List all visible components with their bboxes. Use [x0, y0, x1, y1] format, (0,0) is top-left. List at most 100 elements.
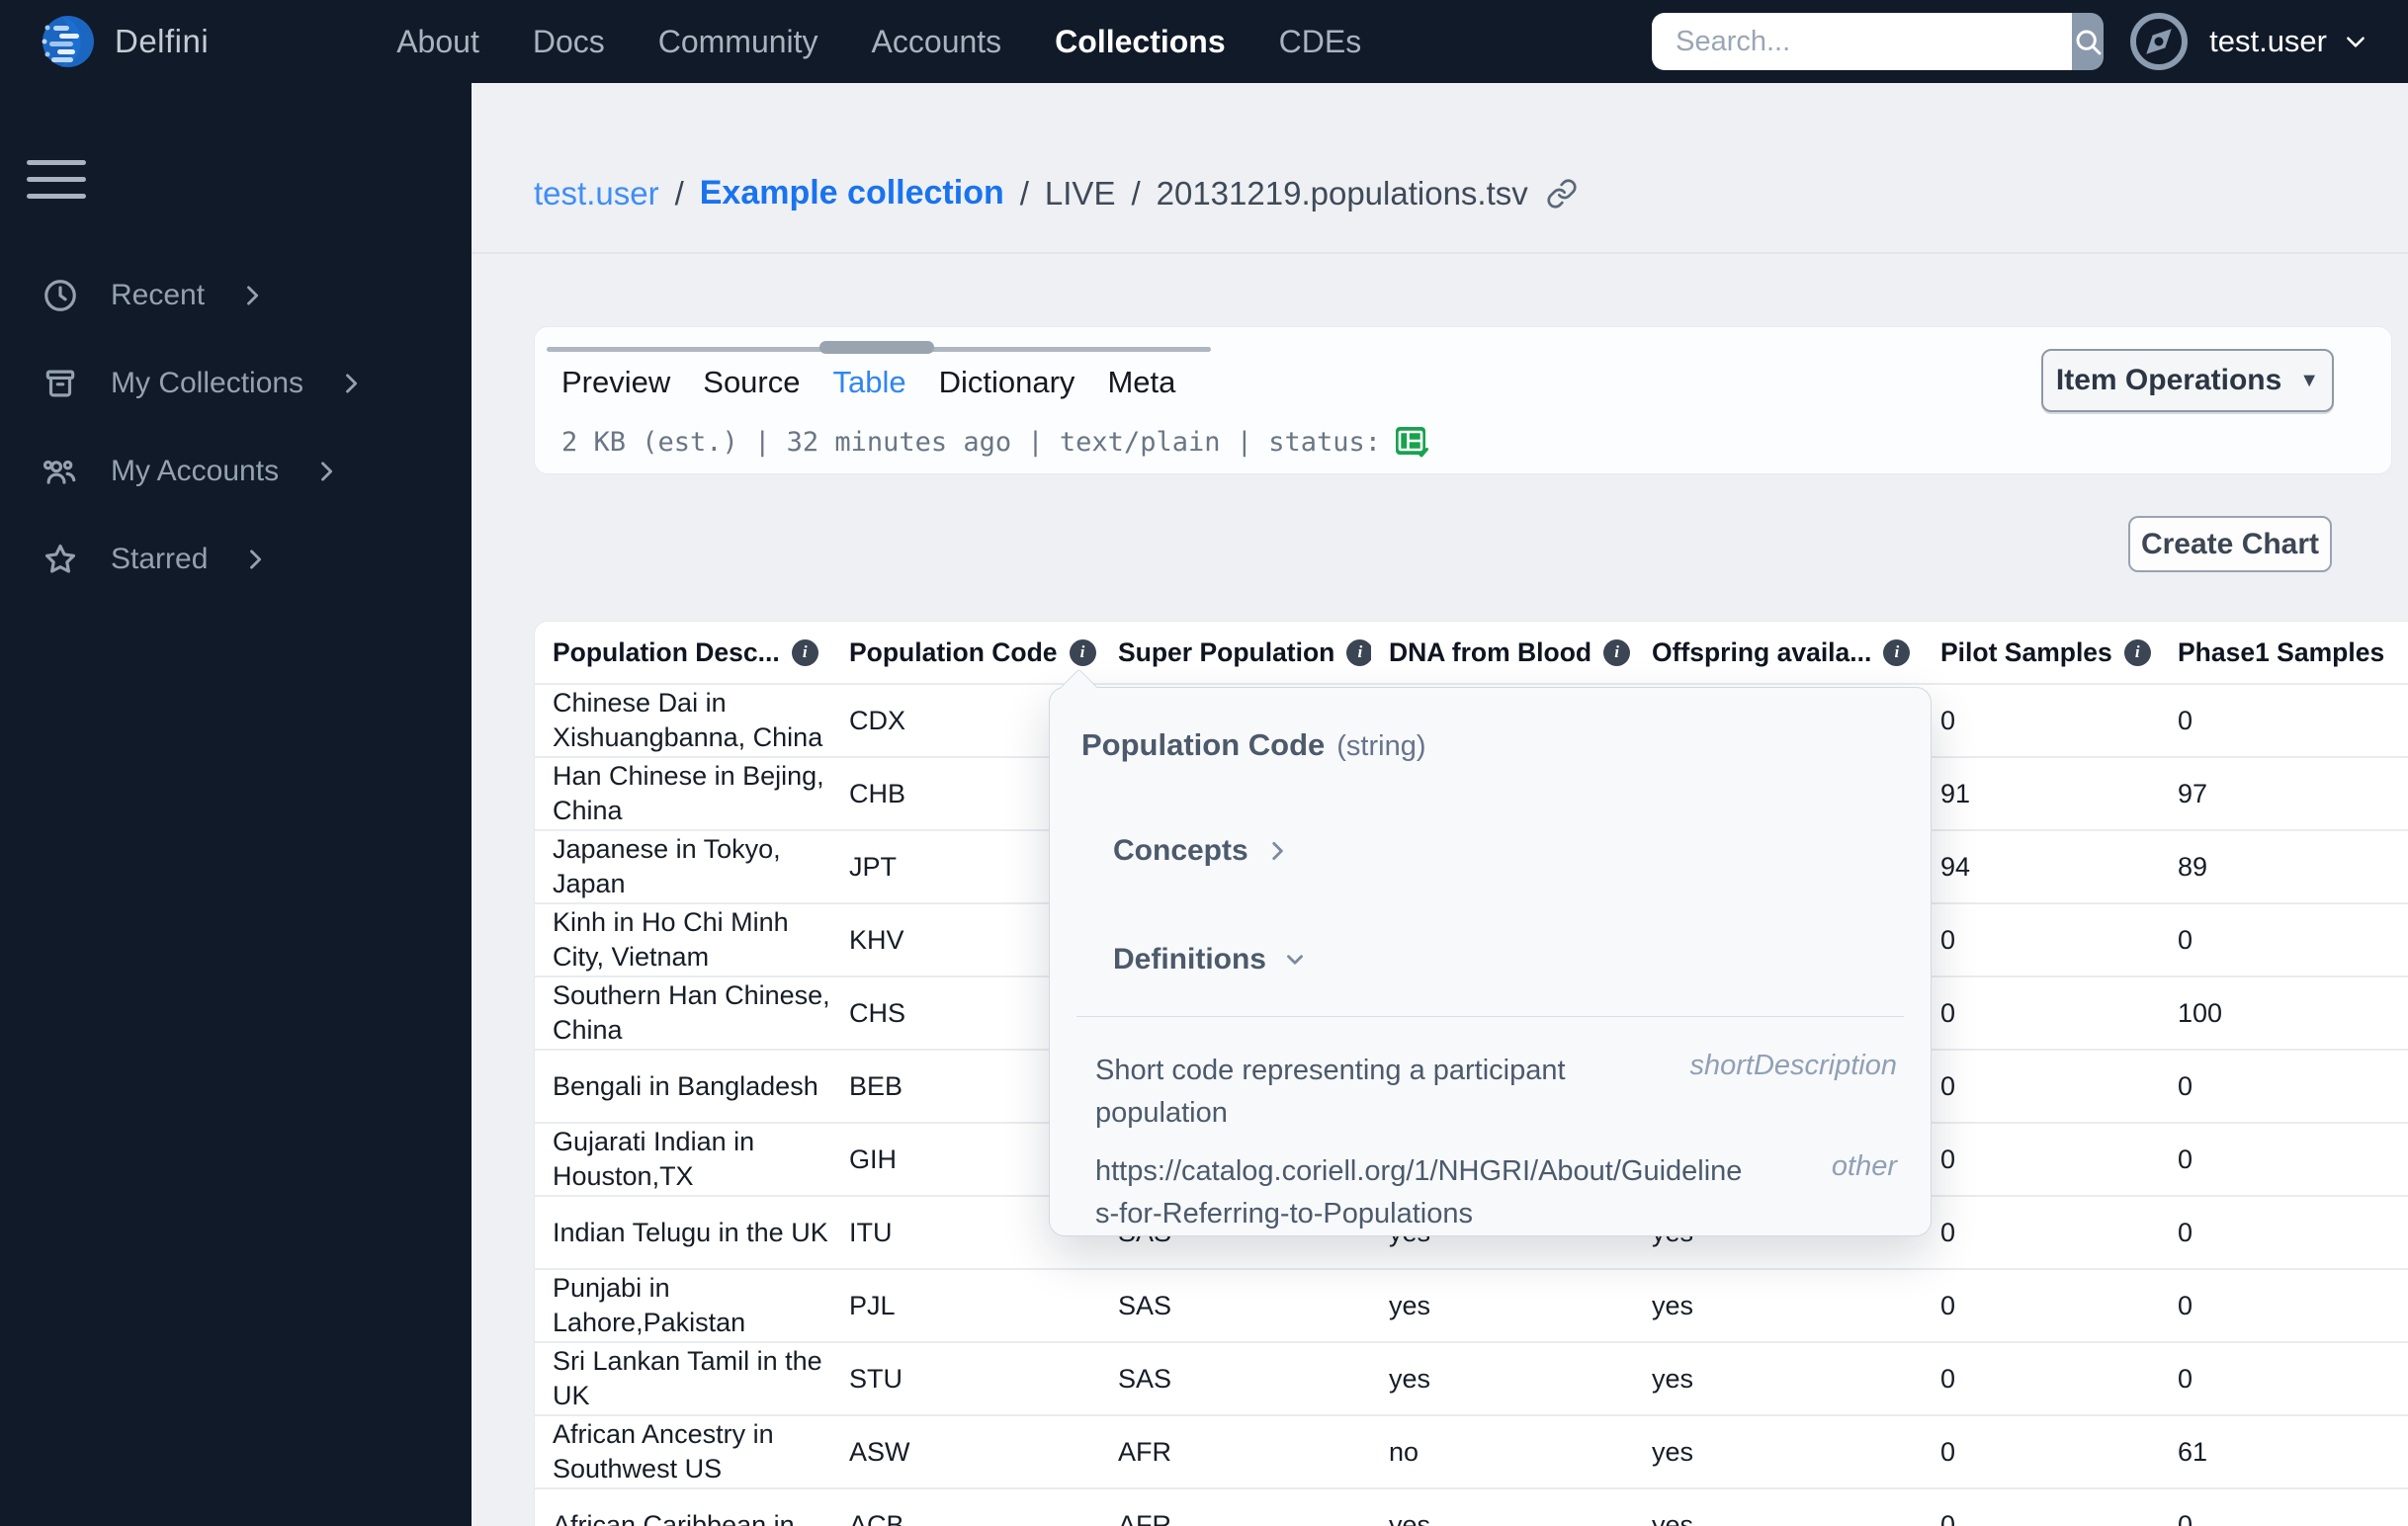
- cell-population-desc: Southern Han Chinese, China: [553, 980, 830, 1045]
- cell-offspring: yes: [1652, 1436, 1694, 1467]
- compass-icon: [2128, 11, 2190, 72]
- cell-phase1-samples: 0: [2178, 924, 2193, 955]
- column-header-offspring[interactable]: Offspring availa... i: [1634, 622, 1923, 683]
- definition-text: https://catalog.coriell.org/1/NHGRI/Abou…: [1095, 1155, 1743, 1229]
- username: test.user: [2209, 24, 2327, 58]
- cell-phase1-samples: 0: [2178, 1363, 2193, 1394]
- cell-dna-from-blood: yes: [1389, 1509, 1431, 1526]
- item-operations-button[interactable]: Item Operations ▼: [2041, 349, 2334, 412]
- info-icon[interactable]: i: [2123, 638, 2151, 666]
- cell-dna-from-blood: yes: [1389, 1290, 1431, 1320]
- info-icon[interactable]: i: [1069, 638, 1096, 666]
- column-header-pilot-samples[interactable]: Pilot Samples i: [1923, 622, 2160, 683]
- column-header-phase1-samples[interactable]: Phase1 Samples: [2160, 622, 2408, 683]
- create-chart-button[interactable]: Create Chart: [2128, 516, 2332, 572]
- cell-phase1-samples: 0: [2178, 1290, 2193, 1320]
- column-header-population-desc[interactable]: Population Desc... i: [535, 622, 831, 683]
- breadcrumb-user[interactable]: test.user: [534, 175, 659, 212]
- sidebar-item-label: My Accounts: [111, 455, 280, 487]
- definition-source: shortDescription: [1689, 1050, 1897, 1081]
- table-row[interactable]: Punjabi in Lahore,Pakistan PJL SAS yes y…: [535, 1268, 2408, 1341]
- brand[interactable]: Delfini: [40, 13, 209, 70]
- tab-preview[interactable]: Preview: [561, 365, 670, 400]
- tabs-scrollbar-thumb[interactable]: [819, 341, 934, 354]
- sidebar-item-label: My Collections: [111, 367, 304, 399]
- chevron-right-icon: [312, 458, 340, 485]
- search-input[interactable]: [1652, 13, 2073, 70]
- sidebar-item-my-collections[interactable]: My Collections: [0, 364, 472, 403]
- tab-list: Preview Source Table Dictionary Meta: [561, 365, 1175, 400]
- header-divider: [472, 252, 2408, 254]
- item-operations-label: Item Operations: [2055, 364, 2282, 396]
- cell-population-desc: Bengali in Bangladesh: [553, 1070, 818, 1101]
- nav-item-accounts[interactable]: Accounts: [872, 24, 1002, 60]
- sidebar-item-recent[interactable]: Recent: [0, 276, 472, 315]
- cell-pilot-samples: 94: [1940, 851, 1971, 882]
- info-icon[interactable]: i: [1603, 638, 1631, 666]
- popover-definitions-expander[interactable]: Definitions: [1113, 943, 1308, 976]
- popover-type: (string): [1336, 730, 1426, 762]
- clock-icon: [42, 277, 79, 314]
- cell-population-desc: Kinh in Ho Chi Minh City, Vietnam: [553, 907, 789, 972]
- cell-pilot-samples: 0: [1940, 1290, 1956, 1320]
- item-meta-line: 2 KB (est.) | 32 minutes ago | text/plai…: [561, 426, 1430, 459]
- info-icon[interactable]: i: [1346, 638, 1371, 666]
- breadcrumb-collection[interactable]: Example collection: [700, 174, 1004, 212]
- table-row[interactable]: African Caribbean in ACB AFR yes yes 0 0: [535, 1487, 2408, 1526]
- table-row[interactable]: Sri Lankan Tamil in the UK STU SAS yes y…: [535, 1341, 2408, 1414]
- star-icon: [42, 541, 79, 578]
- cell-dna-from-blood: no: [1389, 1436, 1419, 1467]
- sidebar-item-my-accounts[interactable]: My Accounts: [0, 452, 472, 491]
- cell-phase1-samples: 97: [2178, 778, 2208, 808]
- definition-row: https://catalog.coriell.org/1/NHGRI/Abou…: [1095, 1150, 1897, 1235]
- popover-concepts-expander[interactable]: Concepts: [1113, 834, 1290, 868]
- cell-super-population: SAS: [1118, 1290, 1172, 1320]
- column-header-super-population[interactable]: Super Population i: [1100, 622, 1371, 683]
- tab-meta[interactable]: Meta: [1107, 365, 1175, 400]
- cell-phase1-samples: 0: [2178, 705, 2193, 735]
- sidebar-menu: Recent My Collections My Accounts Starre…: [0, 276, 472, 579]
- cell-population-desc: Han Chinese in Bejing, China: [553, 761, 824, 825]
- cell-population-desc: Chinese Dai in Xishuangbanna, China: [553, 688, 823, 752]
- chevron-down-icon: [1282, 947, 1308, 973]
- tab-source[interactable]: Source: [703, 365, 800, 400]
- column-header-dna-from-blood[interactable]: DNA from Blood i: [1371, 622, 1634, 683]
- user-menu[interactable]: test.user: [2128, 11, 2368, 72]
- column-label: Phase1 Samples: [2178, 636, 2385, 667]
- search-button[interactable]: [2072, 13, 2105, 70]
- nav-item-collections[interactable]: Collections: [1055, 24, 1225, 60]
- hamburger-menu-icon[interactable]: [27, 160, 86, 199]
- definitions-label: Definitions: [1113, 943, 1266, 975]
- cell-phase1-samples: 0: [2178, 1144, 2193, 1174]
- top-navbar: Delfini About Docs Community Accounts Co…: [0, 0, 2408, 83]
- breadcrumb-file[interactable]: 20131219.populations.tsv: [1157, 175, 1528, 212]
- sidebar-item-starred[interactable]: Starred: [0, 540, 472, 579]
- cell-phase1-samples: 0: [2178, 1217, 2193, 1247]
- concepts-label: Concepts: [1113, 834, 1248, 867]
- link-icon[interactable]: [1546, 178, 1578, 210]
- cell-population-desc: Gujarati Indian in Houston,TX: [553, 1127, 755, 1191]
- column-header-population-code[interactable]: Population Code i: [831, 622, 1100, 683]
- tab-dictionary[interactable]: Dictionary: [939, 365, 1075, 400]
- info-icon[interactable]: i: [791, 638, 818, 666]
- popover-definitions-list: Short code representing a participant po…: [1095, 1050, 1897, 1251]
- cell-population-code: STU: [849, 1363, 903, 1394]
- nav-item-about[interactable]: About: [396, 24, 479, 60]
- cell-offspring: yes: [1652, 1509, 1694, 1526]
- cell-population-desc: Indian Telugu in the UK: [553, 1217, 828, 1247]
- nav-item-community[interactable]: Community: [658, 24, 818, 60]
- tab-table[interactable]: Table: [833, 365, 906, 400]
- search-box: [1652, 13, 2105, 70]
- chevron-right-icon: [241, 546, 269, 573]
- nav-item-docs[interactable]: Docs: [533, 24, 605, 60]
- cell-pilot-samples: 0: [1940, 1217, 1956, 1247]
- status-ok-table-icon: [1395, 426, 1430, 459]
- definition-source: other: [1831, 1150, 1897, 1182]
- breadcrumb-status[interactable]: LIVE: [1045, 175, 1116, 212]
- users-icon: [42, 453, 79, 490]
- table-row[interactable]: African Ancestry in Southwest US ASW AFR…: [535, 1414, 2408, 1487]
- cell-pilot-samples: 0: [1940, 924, 1956, 955]
- sidebar-item-label: Recent: [111, 279, 206, 311]
- info-icon[interactable]: i: [1883, 638, 1911, 666]
- nav-item-cdes[interactable]: CDEs: [1279, 24, 1362, 60]
